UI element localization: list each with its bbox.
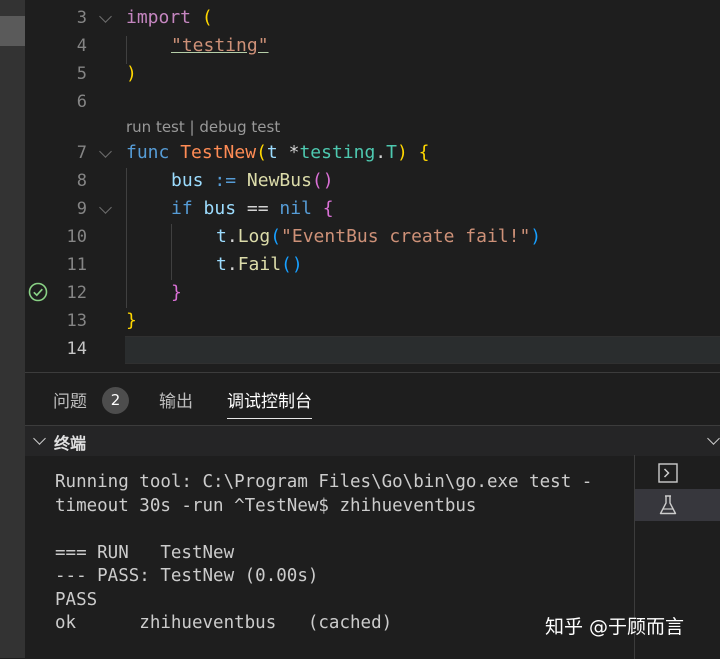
line-number: 14 — [66, 339, 87, 359]
activity-bar — [0, 0, 25, 658]
terminal-header[interactable]: 终端 — [25, 425, 720, 456]
line-number: 12 — [66, 283, 87, 303]
tab-output[interactable]: 输出 — [159, 387, 193, 412]
code-line: 12 } — [25, 279, 720, 307]
code-line: 4 "testing" — [25, 32, 720, 60]
terminal-title: 终端 — [54, 434, 87, 453]
line-number: 7 — [76, 143, 87, 163]
line-number: 3 — [76, 8, 87, 28]
fold-chevron-icon[interactable] — [99, 201, 112, 214]
code-line: 7 func TestNew(t *testing.T) { — [25, 139, 720, 302]
codelens: run test | debug test — [126, 118, 280, 136]
line-number: 4 — [76, 36, 87, 56]
code-line: 10 t.Log("EventBus create fail!") — [25, 223, 720, 251]
code-line: 9 if bus == nil { — [25, 195, 720, 223]
terminal-line: timeout 30s -run ^TestNew$ zhihueventbus — [55, 495, 477, 516]
code-text: ) — [126, 63, 137, 84]
line-number: 8 — [76, 171, 87, 191]
code-line: 3 import ( — [25, 4, 720, 32]
code-text: t.Fail() — [216, 254, 303, 275]
code-line: 8 bus := NewBus() — [25, 167, 720, 195]
code-text: } — [126, 310, 137, 331]
watermark: 知乎 @于顾而言 — [545, 616, 685, 638]
terminal-line: === RUN TestNew — [55, 542, 235, 563]
code-editor[interactable]: 3 import ( 4 "testing" 5 ) 6 run test | … — [25, 0, 720, 372]
code-text: t.Log("EventBus create fail!") — [216, 226, 542, 247]
terminal-icon — [658, 463, 678, 483]
terminal-line: PASS — [55, 589, 98, 610]
tab-debug-console[interactable]: 调试控制台 — [227, 387, 312, 419]
code-line: 6 — [25, 88, 720, 116]
code-text: func TestNew(t *testing.T) { — [126, 142, 430, 163]
activity-bar-selected-item[interactable] — [0, 16, 25, 46]
code-text: bus := NewBus() — [171, 170, 334, 191]
code-line: 14 — [25, 335, 720, 363]
beaker-icon — [659, 495, 677, 515]
terminal-line: Running tool: C:\Program Files\Go\bin\go… — [55, 472, 593, 492]
code-line: 13 } — [25, 307, 720, 335]
line-number: 13 — [66, 311, 87, 331]
code-text: "testing" — [171, 35, 269, 56]
codelens-separator: | — [184, 118, 200, 136]
line-number: 5 — [76, 64, 87, 84]
fold-chevron-icon[interactable] — [99, 10, 112, 23]
line-number: 9 — [76, 199, 87, 219]
terminal-list-item[interactable] — [635, 489, 720, 521]
line-number: 10 — [66, 227, 87, 247]
terminal-output[interactable]: Running tool: C:\Program Files\Go\bin\go… — [55, 471, 635, 636]
terminal-line: --- PASS: TestNew (0.00s) — [55, 566, 319, 586]
line-number: 11 — [66, 255, 87, 275]
chevron-down-icon[interactable] — [33, 432, 46, 445]
code-text: if bus == nil { — [171, 198, 334, 219]
tab-problems[interactable]: 问题 — [53, 387, 87, 412]
debug-test-link[interactable]: debug test — [199, 118, 280, 136]
chevron-down-icon[interactable] — [707, 432, 720, 445]
code-text: import ( — [126, 7, 213, 28]
code-line: 11 t.Fail() — [25, 251, 720, 279]
code-text: } — [171, 282, 182, 303]
run-test-link[interactable]: run test — [126, 118, 185, 136]
problems-count-badge: 2 — [102, 387, 129, 414]
fold-chevron-icon[interactable] — [99, 145, 112, 158]
terminal-list-item[interactable] — [635, 457, 720, 489]
code-line: 5 ) — [25, 60, 720, 88]
line-number: 6 — [76, 92, 87, 112]
